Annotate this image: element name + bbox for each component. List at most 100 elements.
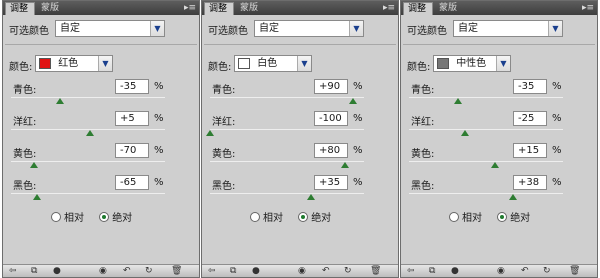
chevron-down-icon: ▼	[297, 56, 311, 71]
app-root: 调整 蒙版 ▸≡ 可选颜色 自定 ▼ 颜色: 红色 ▼ 青色: -35% 洋红: +5…	[0, 0, 600, 278]
colors-select[interactable]: 白色 ▼	[234, 55, 312, 72]
trash-icon[interactable]: 🗑	[370, 265, 381, 277]
preset-select[interactable]: 自定 ▼	[254, 20, 364, 37]
radio-relative-label: 相对	[462, 213, 482, 224]
reset-icon[interactable]: ↻	[543, 265, 551, 277]
trash-icon[interactable]: 🗑	[171, 265, 182, 277]
radio-absolute-dot[interactable]	[497, 212, 508, 222]
radio-absolute[interactable]: 绝对	[497, 209, 530, 224]
preset-select[interactable]: 自定 ▼	[55, 20, 165, 37]
tab-masks[interactable]: 蒙版	[435, 2, 463, 15]
slider-track[interactable]	[409, 129, 563, 130]
tab-masks[interactable]: 蒙版	[236, 2, 264, 15]
tab-adjustments[interactable]: 调整	[204, 2, 234, 15]
slider-value-input[interactable]: +90	[314, 79, 348, 94]
panel-menu-icon[interactable]: ▸≡	[582, 2, 594, 14]
panel-menu-icon[interactable]: ▸≡	[184, 2, 196, 14]
back-arrow-icon[interactable]: ⇦	[208, 265, 216, 277]
slider-track[interactable]	[210, 193, 364, 194]
percent-sign: %	[353, 145, 363, 156]
slider-value-input[interactable]: +38	[513, 175, 547, 190]
slider-label: 洋红:	[411, 117, 435, 128]
slider-thumb[interactable]	[85, 130, 94, 136]
slider-label: 洋红:	[13, 117, 37, 128]
slider-track[interactable]	[210, 129, 364, 130]
colors-select[interactable]: 红色 ▼	[35, 55, 113, 72]
slider-track[interactable]	[11, 97, 165, 98]
slider-value-input[interactable]: +80	[314, 143, 348, 158]
method-radio-group: 相对 绝对	[51, 209, 144, 224]
clip-layer-icon[interactable]: ●	[53, 265, 61, 277]
slider-value-input[interactable]: +5	[115, 111, 149, 126]
slider-thumb[interactable]	[508, 194, 517, 200]
radio-relative-dot[interactable]	[51, 212, 61, 222]
radio-relative-dot[interactable]	[449, 212, 459, 222]
slider-thumb[interactable]	[29, 162, 38, 168]
slider-thumb[interactable]	[461, 130, 470, 136]
panel-expand-icon[interactable]: ⧉	[230, 265, 236, 277]
slider-track[interactable]	[409, 161, 563, 162]
tab-adjustments[interactable]: 调整	[403, 2, 433, 15]
radio-relative[interactable]: 相对	[449, 209, 482, 224]
slider-value-input[interactable]: -25	[513, 111, 547, 126]
slider-track[interactable]	[409, 193, 563, 194]
panel-expand-icon[interactable]: ⧉	[31, 265, 37, 277]
radio-relative-dot[interactable]	[250, 212, 260, 222]
reset-previous-icon[interactable]: ↶	[322, 265, 330, 277]
clip-layer-icon[interactable]: ●	[451, 265, 459, 277]
back-arrow-icon[interactable]: ⇦	[9, 265, 17, 277]
panel-bottom-toolbar: ⇦ ⧉ ● ◉ ↶ ↻ 🗑	[401, 264, 597, 277]
slider-thumb[interactable]	[341, 162, 349, 168]
slider-value-input[interactable]: +15	[513, 143, 547, 158]
tab-adjustments[interactable]: 调整	[5, 2, 35, 15]
slider-thumb[interactable]	[453, 98, 462, 104]
color-name: 红色	[58, 58, 79, 69]
radio-absolute-dot[interactable]	[99, 212, 110, 222]
panel-expand-icon[interactable]: ⧉	[429, 265, 435, 277]
slider-value-input[interactable]: -35	[115, 79, 149, 94]
visibility-eye-icon[interactable]: ◉	[99, 265, 107, 277]
percent-sign: %	[353, 177, 363, 188]
slider-thumb[interactable]	[55, 98, 64, 104]
colors-select[interactable]: 中性色 ▼	[433, 55, 511, 72]
back-arrow-icon[interactable]: ⇦	[407, 265, 415, 277]
clip-layer-icon[interactable]: ●	[252, 265, 260, 277]
reset-previous-icon[interactable]: ↶	[123, 265, 131, 277]
chevron-down-icon: ▼	[98, 56, 112, 71]
radio-relative[interactable]: 相对	[250, 209, 283, 224]
percent-sign: %	[154, 113, 164, 124]
divider	[5, 44, 197, 45]
chevron-down-icon: ▼	[548, 21, 562, 36]
radio-absolute[interactable]: 绝对	[298, 209, 331, 224]
slider-value-input[interactable]: -70	[115, 143, 149, 158]
percent-sign: %	[154, 177, 164, 188]
trash-icon[interactable]: 🗑	[569, 265, 580, 277]
visibility-eye-icon[interactable]: ◉	[298, 265, 306, 277]
slider-thumb[interactable]	[491, 162, 500, 168]
preset-label: 可选颜色	[407, 26, 447, 37]
slider-value-input[interactable]: -65	[115, 175, 149, 190]
reset-icon[interactable]: ↻	[344, 265, 352, 277]
slider-track[interactable]	[409, 97, 563, 98]
visibility-eye-icon[interactable]: ◉	[497, 265, 505, 277]
reset-previous-icon[interactable]: ↶	[521, 265, 529, 277]
radio-absolute-dot[interactable]	[298, 212, 309, 222]
slider-thumb[interactable]	[33, 194, 42, 200]
slider-thumb[interactable]	[307, 194, 316, 200]
percent-sign: %	[353, 81, 363, 92]
tab-masks[interactable]: 蒙版	[37, 2, 65, 15]
slider-track[interactable]	[210, 97, 364, 98]
slider-value-input[interactable]: +35	[314, 175, 348, 190]
preset-label: 可选颜色	[208, 26, 248, 37]
panel-titlebar: 调整 蒙版 ▸≡	[202, 1, 398, 15]
slider-value-input[interactable]: -35	[513, 79, 547, 94]
preset-select[interactable]: 自定 ▼	[453, 20, 563, 37]
slider-value-input[interactable]: -100	[314, 111, 348, 126]
slider-thumb[interactable]	[348, 98, 357, 104]
panel-menu-icon[interactable]: ▸≡	[383, 2, 395, 14]
radio-relative[interactable]: 相对	[51, 209, 84, 224]
preset-value: 自定	[259, 23, 279, 34]
slider-thumb[interactable]	[206, 130, 214, 136]
reset-icon[interactable]: ↻	[145, 265, 153, 277]
radio-absolute[interactable]: 绝对	[99, 209, 132, 224]
